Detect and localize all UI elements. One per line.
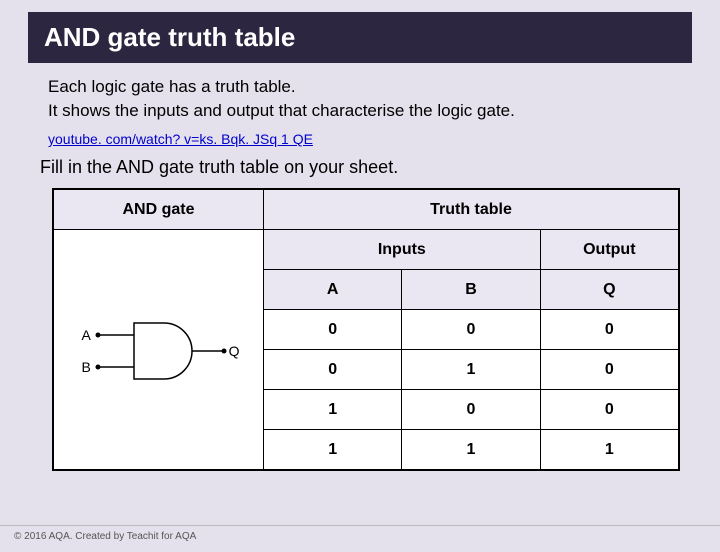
cell-b: 0	[402, 390, 540, 430]
col-q: Q	[540, 270, 678, 310]
instruction-text: Fill in the AND gate truth table on your…	[40, 157, 720, 178]
and-gate-diagram: A B Q	[74, 305, 244, 395]
inputs-header: Inputs	[264, 230, 541, 270]
intro-line-2: It shows the inputs and output that char…	[48, 101, 672, 121]
truth-header: Truth table	[264, 190, 679, 230]
gate-diagram-cell: A B Q	[54, 230, 264, 470]
cell-b: 1	[402, 430, 540, 470]
intro-block: Each logic gate has a truth table. It sh…	[0, 63, 720, 157]
cell-a: 1	[264, 390, 402, 430]
col-b: B	[402, 270, 540, 310]
slide-title: AND gate truth table	[28, 12, 692, 63]
gate-input-b-label: B	[82, 359, 91, 375]
copyright-footer: © 2016 AQA. Created by Teachit for AQA	[14, 531, 196, 542]
cell-b: 0	[402, 310, 540, 350]
cell-q: 0	[540, 390, 678, 430]
cell-a: 1	[264, 430, 402, 470]
divider	[0, 525, 720, 526]
cell-a: 0	[264, 310, 402, 350]
truth-table-container: AND gate Truth table A B Q	[52, 188, 680, 471]
col-a: A	[264, 270, 402, 310]
cell-q: 0	[540, 310, 678, 350]
gate-input-a-label: A	[82, 327, 91, 343]
youtube-link[interactable]: youtube. com/watch? v=ks. Bqk. JSq 1 QE	[48, 131, 313, 147]
output-header: Output	[540, 230, 678, 270]
and-gate-icon	[74, 305, 244, 395]
gate-header: AND gate	[54, 190, 264, 230]
cell-b: 1	[402, 350, 540, 390]
gate-output-q-label: Q	[229, 343, 240, 359]
cell-q: 0	[540, 350, 678, 390]
cell-q: 1	[540, 430, 678, 470]
intro-line-1: Each logic gate has a truth table.	[48, 77, 672, 97]
cell-a: 0	[264, 350, 402, 390]
truth-table: AND gate Truth table A B Q	[53, 189, 679, 470]
